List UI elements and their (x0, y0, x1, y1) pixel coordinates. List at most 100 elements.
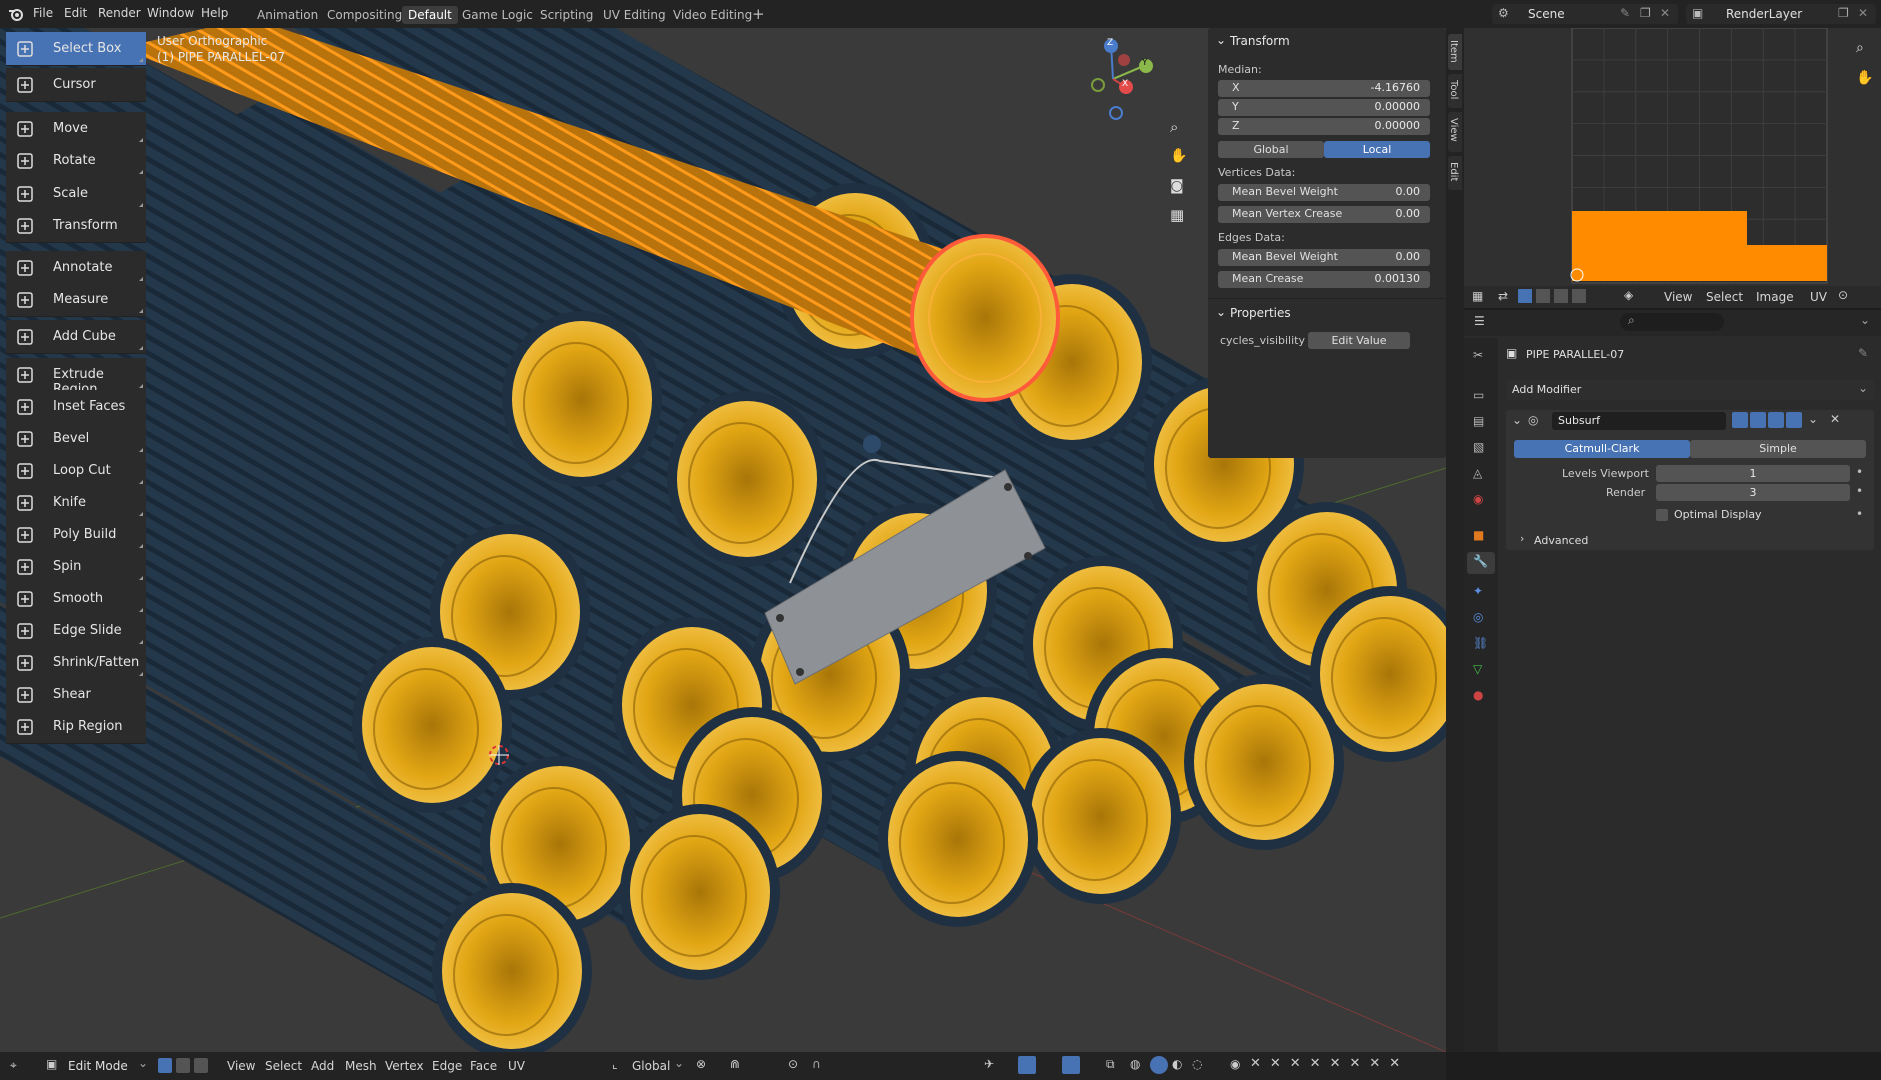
tool-transform[interactable]: Transform (6, 209, 146, 243)
tool-measure[interactable]: Measure (6, 283, 146, 317)
edit-value-button[interactable]: Edit Value (1308, 332, 1410, 349)
uv-grid[interactable] (1464, 28, 1881, 288)
island-select-icon[interactable] (1572, 289, 1586, 303)
tab-video-editing[interactable]: Video Editing (673, 8, 752, 22)
tool-edge-slide[interactable]: Edge Slide (6, 614, 146, 648)
visibility-eye-icon[interactable]: ◉ (1230, 1057, 1240, 1071)
levels-viewport-field[interactable]: 1 (1656, 465, 1850, 482)
menu-help[interactable]: Help (201, 6, 228, 20)
tab-tool[interactable]: Tool (1448, 74, 1462, 108)
uv-menu-view[interactable]: View (1664, 290, 1692, 304)
world-tab-icon[interactable]: ◉ (1473, 492, 1483, 506)
output-tab-icon[interactable]: ▤ (1473, 414, 1484, 428)
collapse-chevron-icon[interactable]: ⌄ (1512, 413, 1522, 427)
tab-edit[interactable]: Edit (1448, 156, 1462, 190)
zoom-icon[interactable]: ⌕ (1856, 40, 1864, 56)
pan-hand-icon[interactable]: ✋ (1856, 70, 1873, 86)
uv-menu-select[interactable]: Select (1706, 290, 1743, 304)
render-layer-selector[interactable]: ▣ RenderLayer ❐ ✕ (1686, 4, 1876, 24)
tool-shrink-fatten[interactable]: Shrink/Fatten (6, 646, 146, 680)
copy-icon[interactable]: ❐ (1838, 6, 1849, 20)
mean-crease-field[interactable]: Mean Crease 0.00130 (1218, 271, 1430, 288)
zoom-icon[interactable]: ⌕ (1170, 118, 1178, 136)
uv-menu-uv[interactable]: UV (1810, 290, 1827, 304)
close-icon[interactable]: ✕ (1830, 412, 1840, 426)
header-menu-vertex[interactable]: Vertex (385, 1059, 424, 1073)
add-workspace-icon[interactable]: + (752, 5, 765, 23)
overlay-toggle-icon[interactable] (1062, 1056, 1080, 1074)
mean-bevel-weight-field[interactable]: Mean Bevel Weight 0.00 (1218, 184, 1430, 201)
render-toggle-icon[interactable] (1786, 412, 1802, 428)
close-icon[interactable]: ✕ (1858, 6, 1868, 20)
falloff-icon[interactable]: ∩ (812, 1057, 821, 1071)
menu-window[interactable]: Window (147, 6, 194, 20)
tool-tab-icon[interactable]: ✂ (1473, 348, 1483, 362)
tool-knife[interactable]: Knife (6, 486, 146, 520)
header-menu-edge[interactable]: Edge (432, 1059, 462, 1073)
snap-icon[interactable]: ⋒ (730, 1057, 740, 1071)
viewport-toggle-icon[interactable] (1768, 412, 1784, 428)
particles-tab-icon[interactable]: ✦ (1473, 584, 1483, 598)
edge-select-mode-icon[interactable] (176, 1058, 190, 1073)
tool-rip-region[interactable]: Rip Region (6, 710, 146, 744)
add-modifier-dropdown[interactable]: Add Modifier ⌄ (1506, 380, 1874, 400)
tab-game-logic[interactable]: Game Logic (462, 8, 533, 22)
tool-cursor[interactable]: Cursor (6, 68, 146, 102)
catmull-clark-button[interactable]: Catmull-Clark (1514, 440, 1690, 458)
tool-select-box[interactable]: Select Box (6, 32, 146, 66)
chevron-down-icon[interactable]: ⌄ (1860, 313, 1870, 327)
material-shading-icon[interactable]: ◐ (1172, 1057, 1182, 1071)
header-menu-select[interactable]: Select (265, 1059, 302, 1073)
tool-scale[interactable]: Scale (6, 177, 146, 211)
tool-extrude-region[interactable]: Extrude Region (6, 358, 146, 397)
sync-selection-icon[interactable]: ⇄ (1498, 289, 1508, 303)
tab-view[interactable]: View (1448, 112, 1462, 152)
menu-render[interactable]: Render (98, 6, 141, 20)
face-select-icon[interactable] (1554, 289, 1568, 303)
vertex-select-mode-icon[interactable] (158, 1058, 172, 1073)
median-y-field[interactable]: Y 0.00000 (1218, 99, 1430, 116)
xray-toggle-icon[interactable]: ⧉ (1106, 1057, 1115, 1072)
uv-menu-image[interactable]: Image (1756, 290, 1794, 304)
menu-edit[interactable]: Edit (64, 6, 87, 20)
header-menu-mesh[interactable]: Mesh (345, 1059, 377, 1073)
pivot-point-icon[interactable]: ⊗ (696, 1057, 706, 1071)
sticky-mode-icon[interactable]: ◈ (1624, 288, 1633, 302)
material-tab-icon[interactable]: ● (1473, 688, 1483, 702)
mean-vertex-crease-field[interactable]: Mean Vertex Crease 0.00 (1218, 206, 1430, 223)
render-tab-icon[interactable]: ▭ (1473, 388, 1484, 402)
tool-move[interactable]: Move (6, 112, 146, 146)
solid-shading-icon[interactable] (1150, 1056, 1168, 1074)
chevron-down-icon[interactable]: ⌄ (674, 1056, 684, 1070)
close-icon[interactable]: ✕ (1660, 6, 1670, 20)
navigation-gizmo[interactable]: Z Y X (1068, 34, 1158, 124)
transform-section-title[interactable]: Transform (1230, 34, 1290, 48)
header-menu-add[interactable]: Add (311, 1059, 334, 1073)
scene-selector[interactable]: ⚙ Scene ✎ ❐ ✕ (1492, 4, 1678, 24)
tool-loop-cut[interactable]: Loop Cut (6, 454, 146, 488)
view-layer-tab-icon[interactable]: ▧ (1473, 440, 1484, 454)
tab-uv-editing[interactable]: UV Editing (603, 8, 666, 22)
keyframe-dot-icon[interactable]: • (1856, 507, 1863, 521)
global-button[interactable]: Global (1218, 141, 1324, 158)
wireframe-shading-icon[interactable]: ◍ (1130, 1057, 1140, 1071)
tab-scripting[interactable]: Scripting (540, 8, 593, 22)
grid-toggle-icon[interactable]: ▦ (1170, 206, 1184, 224)
uv-editor[interactable]: ⌕ ✋ ▦ ⇄ ◈ View Select Image UV ⊙ (1464, 28, 1881, 308)
physics-tab-icon[interactable]: ◎ (1473, 610, 1483, 624)
pin-icon[interactable]: ✎ (1620, 6, 1630, 20)
tool-shear[interactable]: Shear (6, 678, 146, 712)
tool-add-cube[interactable]: Add Cube (6, 320, 146, 354)
mode-selector[interactable]: ▣ Edit Mode ⌄ (44, 1056, 150, 1076)
tool-inset-faces[interactable]: Inset Faces (6, 390, 146, 424)
advanced-subpanel[interactable]: Advanced (1534, 534, 1588, 547)
tab-default[interactable]: Default (402, 6, 458, 24)
modifier-name-input[interactable]: Subsurf (1552, 412, 1726, 430)
pan-hand-icon[interactable]: ✋ (1170, 148, 1187, 164)
properties-search-input[interactable]: ⌕ (1620, 313, 1724, 331)
tab-item[interactable]: Item (1448, 34, 1462, 70)
blender-logo-icon[interactable] (8, 6, 24, 22)
header-menu-view[interactable]: View (227, 1059, 255, 1073)
chevron-right-icon[interactable]: › (1520, 532, 1524, 545)
local-button[interactable]: Local (1324, 141, 1430, 158)
